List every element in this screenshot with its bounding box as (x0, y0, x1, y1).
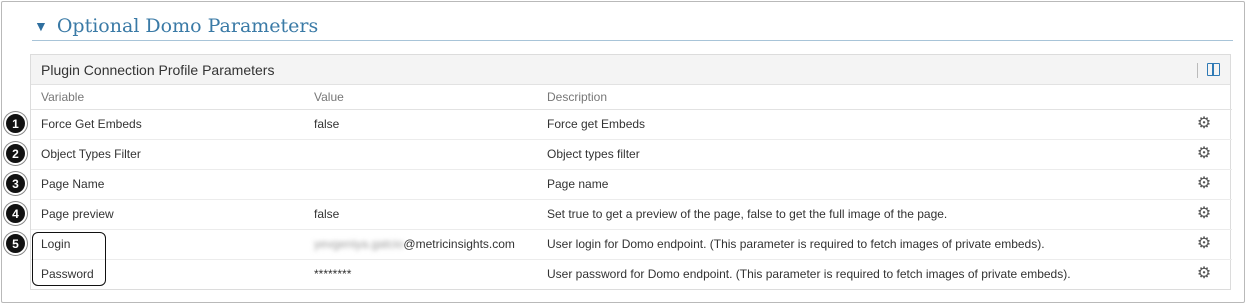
section-title[interactable]: Optional Domo Parameters (57, 15, 318, 37)
step-badge-3: 3 (4, 172, 27, 195)
redacted-username: yevgeniya.gatcio (314, 237, 404, 251)
gear-icon[interactable]: ⚙ (1197, 236, 1211, 252)
cell-actions: ⚙ (1176, 229, 1232, 260)
step-badge-4: 4 (4, 202, 27, 225)
cell-description: Force get Embeds (537, 109, 1176, 140)
gear-icon[interactable]: ⚙ (1197, 176, 1211, 192)
cell-value: yevgeniya.gatcio@metricinsights.com (304, 229, 537, 260)
cell-value (304, 169, 537, 200)
login-password-highlight (32, 232, 106, 286)
cell-value: false (304, 199, 537, 230)
step-badge-2: 2 (4, 142, 27, 165)
cell-value: false (304, 109, 537, 140)
parameters-table: Variable Value Description Force Get Emb… (31, 85, 1232, 289)
cell-variable: Force Get Embeds (31, 109, 304, 140)
cell-variable: Page Name (31, 169, 304, 200)
gear-icon[interactable]: ⚙ (1197, 206, 1211, 222)
cell-actions: ⚙ (1176, 169, 1232, 200)
step-badge-5: 5 (4, 232, 27, 255)
gear-icon[interactable]: ⚙ (1197, 146, 1211, 162)
gear-icon[interactable]: ⚙ (1197, 266, 1211, 282)
table-row[interactable]: Force Get Embeds false Force get Embeds … (31, 109, 1232, 140)
column-header-variable[interactable]: Variable (31, 85, 304, 110)
cell-actions: ⚙ (1176, 199, 1232, 230)
table-row[interactable]: Page Name Page name ⚙ (31, 169, 1232, 200)
panel-title: Plugin Connection Profile Parameters (41, 61, 275, 78)
section-header-optional-domo-parameters[interactable]: ▼ Optional Domo Parameters (32, 12, 1233, 41)
cell-actions: ⚙ (1176, 109, 1232, 140)
gear-icon[interactable]: ⚙ (1197, 116, 1211, 132)
table-row[interactable]: Page preview false Set true to get a pre… (31, 199, 1232, 230)
cell-variable: Page preview (31, 199, 304, 230)
column-header-value[interactable]: Value (304, 85, 537, 110)
table-row[interactable]: Object Types Filter Object types filter … (31, 139, 1232, 170)
cell-description: Set true to get a preview of the page, f… (537, 199, 1176, 230)
table-row[interactable]: Login yevgeniya.gatcio@metricinsights.co… (31, 229, 1232, 260)
table-header-row: Variable Value Description (31, 85, 1232, 110)
column-header-actions (1176, 85, 1232, 110)
parameters-panel: Plugin Connection Profile Parameters Var… (30, 54, 1232, 290)
cell-description: User login for Domo endpoint. (This para… (537, 229, 1176, 260)
cell-actions: ⚙ (1176, 139, 1232, 170)
cell-description: User password for Domo endpoint. (This p… (547, 267, 1071, 282)
login-domain: @metricinsights.com (403, 237, 515, 251)
cell-variable: Object Types Filter (31, 139, 304, 170)
cell-actions: ⚙ (1176, 259, 1232, 289)
cell-description: Page name (537, 169, 1176, 200)
cell-value (304, 139, 537, 170)
columns-icon[interactable] (1207, 63, 1220, 76)
caret-down-icon[interactable]: ▼ (34, 19, 48, 33)
toolbar-divider (1197, 63, 1198, 78)
panel-header: Plugin Connection Profile Parameters (31, 55, 1230, 85)
cell-description: Object types filter (537, 139, 1176, 170)
cell-value: ******** (314, 267, 352, 282)
step-badge-1: 1 (4, 112, 27, 135)
table-row[interactable]: Password ******** User password for Domo… (31, 259, 1232, 289)
column-header-description[interactable]: Description (537, 85, 1176, 110)
